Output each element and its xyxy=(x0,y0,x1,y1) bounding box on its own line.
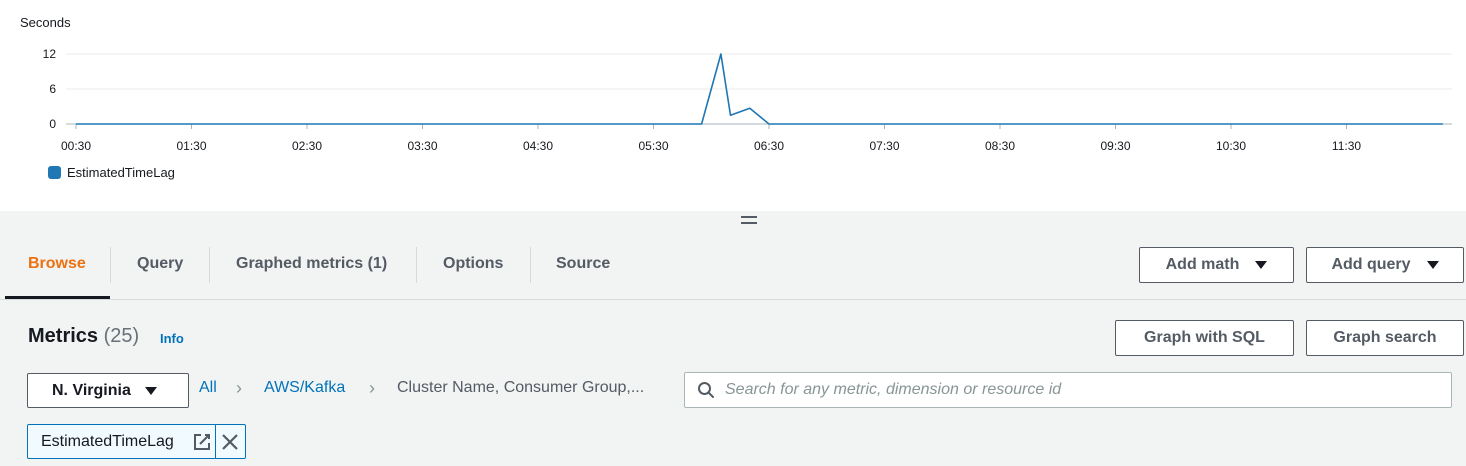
metrics-heading: Metrics (25) xyxy=(28,325,139,348)
tab-browse[interactable]: Browse xyxy=(28,246,86,286)
x-tick-label: 02:30 xyxy=(292,139,322,153)
tab-query[interactable]: Query xyxy=(137,246,183,286)
caret-down-icon xyxy=(1255,261,1268,269)
region-select[interactable]: N. Virginia xyxy=(27,373,189,408)
tab-source[interactable]: Source xyxy=(556,246,610,286)
add-math-label: Add math xyxy=(1165,256,1240,273)
legend-label: EstimatedTimeLag xyxy=(67,165,175,180)
graph-search-button[interactable]: Graph search xyxy=(1306,320,1464,356)
tabs-bar: Browse Query Graphed metrics (1) Options… xyxy=(0,230,1466,300)
x-tick-label: 07:30 xyxy=(869,139,899,153)
breadcrumb-namespace[interactable]: AWS/Kafka xyxy=(264,379,345,397)
x-tick-label: 05:30 xyxy=(638,139,668,153)
chart-panel: Seconds 12 6 0 00:30 01:30 02:30 03:30 04:30 05:3… xyxy=(0,0,1466,211)
tab-divider xyxy=(110,247,111,283)
search-box xyxy=(684,372,1452,408)
x-tick-label: 04:30 xyxy=(523,139,553,153)
y-tick-label: 12 xyxy=(43,47,57,61)
metrics-title: Metrics xyxy=(28,325,99,347)
chart-legend[interactable]: EstimatedTimeLag xyxy=(48,165,175,180)
y-axis-label: Seconds xyxy=(20,15,71,30)
y-tick-label: 6 xyxy=(49,82,56,96)
tab-divider xyxy=(530,247,531,283)
chevron-right-icon: › xyxy=(236,378,242,398)
x-tick-label: 09:30 xyxy=(1100,139,1130,153)
caret-down-icon xyxy=(144,386,157,395)
x-tick-label: 11:30 xyxy=(1332,139,1361,153)
tab-divider xyxy=(209,247,210,283)
tab-graphed-metrics[interactable]: Graphed metrics (1) xyxy=(236,246,387,286)
caret-down-icon xyxy=(1426,261,1439,269)
token-divider xyxy=(215,425,216,458)
x-tick-label: 08:30 xyxy=(985,139,1015,153)
region-value: N. Virginia xyxy=(52,381,131,399)
tab-options[interactable]: Options xyxy=(443,246,503,286)
x-tick-label: 00:30 xyxy=(61,139,91,153)
x-tick-label: 01:30 xyxy=(176,139,206,153)
x-tick-label: 10:30 xyxy=(1216,139,1246,153)
active-tab-indicator xyxy=(5,296,110,299)
edit-icon[interactable] xyxy=(193,433,211,451)
metrics-count: (25) xyxy=(103,325,140,347)
breadcrumb-all[interactable]: All xyxy=(199,379,217,397)
info-link[interactable]: Info xyxy=(160,331,184,346)
filter-token-label: EstimatedTimeLag xyxy=(41,432,174,450)
line-chart: Seconds 12 6 0 00:30 01:30 02:30 03:30 04:30 05:3… xyxy=(20,15,1452,153)
graph-with-sql-button[interactable]: Graph with SQL xyxy=(1115,320,1294,356)
y-tick-label: 0 xyxy=(49,117,56,131)
x-tick-label: 06:30 xyxy=(754,139,784,153)
x-tick-label: 03:30 xyxy=(407,139,437,153)
close-icon[interactable] xyxy=(220,432,240,452)
filter-token: EstimatedTimeLag xyxy=(27,424,246,459)
search-icon xyxy=(698,382,714,398)
legend-swatch xyxy=(48,166,61,179)
add-math-button[interactable]: Add math xyxy=(1139,247,1294,283)
drag-handle-icon[interactable] xyxy=(741,212,757,228)
search-input[interactable] xyxy=(725,373,1445,407)
add-query-label: Add query xyxy=(1331,256,1411,273)
breadcrumb-dimensions: Cluster Name, Consumer Group,... xyxy=(397,379,645,396)
chevron-right-icon: › xyxy=(369,378,375,398)
add-query-button[interactable]: Add query xyxy=(1306,247,1464,283)
tab-divider xyxy=(416,247,417,283)
